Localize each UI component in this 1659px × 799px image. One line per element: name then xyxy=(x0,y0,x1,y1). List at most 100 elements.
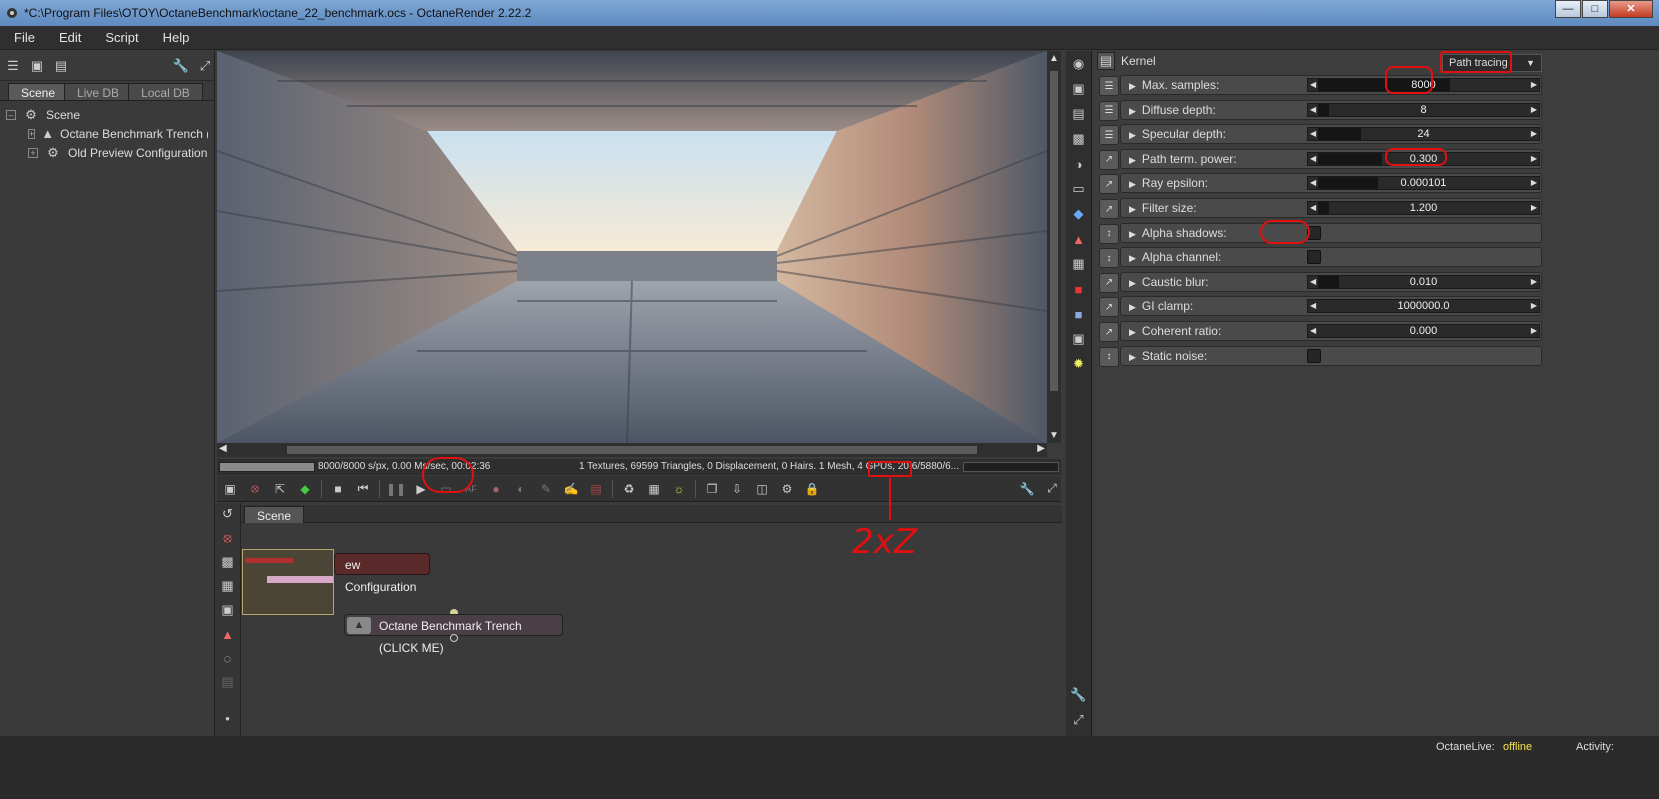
stop-render-icon[interactable]: ■ xyxy=(329,480,347,498)
list-icon[interactable]: ☰ xyxy=(4,57,22,75)
expand-triangle-icon[interactable]: ▶ xyxy=(1129,302,1136,312)
param-slider[interactable]: ◀ 0.000 ▶ xyxy=(1307,324,1540,338)
param-value[interactable]: 0.000101 xyxy=(1308,177,1539,189)
scroll-up-icon[interactable]: ▲ xyxy=(1049,53,1059,64)
tab-local-db[interactable]: Local DB xyxy=(128,83,203,100)
param-pin-icon[interactable]: ↕ xyxy=(1099,223,1119,244)
param-pin-icon[interactable]: ☰ xyxy=(1099,100,1119,121)
viewport-lock-icon[interactable]: ♻ xyxy=(620,480,638,498)
clay-mode-icon[interactable]: ▦ xyxy=(645,480,663,498)
camera-icon[interactable]: ◑ xyxy=(1069,154,1089,174)
copy-icon[interactable]: ❐ xyxy=(703,480,721,498)
rearrange-icon[interactable]: ↺ xyxy=(219,505,237,523)
material-pick-icon[interactable]: ◐ xyxy=(512,480,530,498)
param-row-filter-size[interactable]: ↗ ▶ Filter size: ◀ 1.200 ▶ xyxy=(1099,198,1542,219)
save-render-icon[interactable]: ⇩ xyxy=(728,480,746,498)
menu-help[interactable]: Help xyxy=(163,30,190,45)
close-button[interactable]: ✕ xyxy=(1609,0,1653,18)
scrollbar-thumb[interactable] xyxy=(1050,71,1058,391)
param-pin-icon[interactable]: ↗ xyxy=(1099,174,1119,195)
camera-reset-icon[interactable]: ⦻ xyxy=(246,480,264,498)
node-graph-minimap[interactable] xyxy=(242,549,334,615)
expand-triangle-icon[interactable]: ▶ xyxy=(1129,179,1136,189)
environment-icon[interactable]: ◆ xyxy=(1069,204,1089,224)
tree-item-scene[interactable]: – ⚙ Scene xyxy=(6,105,208,124)
menu-file[interactable]: File xyxy=(14,30,35,45)
fullscreen-icon[interactable]: ⤢ xyxy=(196,57,214,75)
layers-icon[interactable]: ▣ xyxy=(28,57,46,75)
param-row-static-noise[interactable]: ↕ ▶ Static noise: xyxy=(1099,345,1542,367)
tab-scene[interactable]: Scene xyxy=(8,83,69,100)
wrench-icon[interactable]: 🔧 xyxy=(1018,480,1036,498)
pause-render-icon[interactable]: ❚❚ xyxy=(386,480,406,498)
increment-arrow-icon[interactable]: ▶ xyxy=(1531,202,1537,214)
delete-icon[interactable]: ⦻ xyxy=(219,529,237,547)
param-pin-icon[interactable]: ↗ xyxy=(1099,297,1119,318)
scroll-down-icon[interactable]: ▼ xyxy=(1049,430,1059,441)
render-target-icon[interactable]: ◉ xyxy=(1069,54,1089,74)
cube-icon[interactable]: ◆ xyxy=(296,480,314,498)
ungroup-icon[interactable]: ▦ xyxy=(219,577,237,595)
expand-triangle-icon[interactable]: ▶ xyxy=(1129,253,1136,263)
texture-icon[interactable]: ▦ xyxy=(1069,254,1089,274)
param-slider[interactable]: ◀ 0.010 ▶ xyxy=(1307,274,1540,289)
expand-triangle-icon[interactable]: ▶ xyxy=(1129,352,1136,362)
param-pin-icon[interactable]: ↗ xyxy=(1099,272,1119,293)
increment-arrow-icon[interactable]: ▶ xyxy=(1531,79,1537,91)
focus-pick-icon[interactable]: ✍ xyxy=(562,480,580,498)
param-value[interactable]: 24 xyxy=(1308,128,1539,140)
color-picker-icon[interactable]: ● xyxy=(487,480,505,498)
param-row-caustic-blur[interactable]: ↗ ▶ Caustic blur: ◀ 0.010 ▶ xyxy=(1099,271,1542,293)
viewport-horizontal-scrollbar[interactable]: ◀ ▶ xyxy=(217,443,1047,457)
tree-item-preview-config[interactable]: + ⚙ Old Preview Configuration xyxy=(6,143,208,162)
kernel-icon[interactable]: ▤ xyxy=(1069,104,1089,124)
param-pin-icon[interactable]: ☰ xyxy=(1099,125,1119,146)
collapse-toggle-icon[interactable]: – xyxy=(6,109,16,120)
restart-render-icon[interactable]: ⏮ xyxy=(354,480,372,498)
increment-arrow-icon[interactable]: ▶ xyxy=(1531,128,1537,140)
expand-toggle-icon[interactable]: + xyxy=(28,147,38,158)
increment-arrow-icon[interactable]: ▶ xyxy=(1531,300,1537,312)
tab-scene-graph[interactable]: Scene xyxy=(244,506,305,523)
param-checkbox[interactable] xyxy=(1307,250,1321,265)
increment-arrow-icon[interactable]: ▶ xyxy=(1531,276,1537,288)
material-node-icon[interactable]: ▲ xyxy=(219,625,237,643)
node-output-pin[interactable] xyxy=(450,634,458,642)
disabled-tool-icon[interactable]: ▤ xyxy=(219,673,237,691)
param-row-path-term-power[interactable]: ↗ ▶ Path term. power: ◀ 0.300 ▶ xyxy=(1099,148,1542,170)
lock-icon[interactable]: 🔒 xyxy=(803,480,821,498)
param-pin-icon[interactable]: ☰ xyxy=(1099,76,1119,96)
expand-triangle-icon[interactable]: ▶ xyxy=(1129,278,1136,288)
param-row-max-samples[interactable]: ☰ ▶ Max. samples: ◀ 8000 ▶ xyxy=(1099,75,1542,96)
white-balance-icon[interactable]: ▤ xyxy=(587,480,605,498)
tree-item-benchmark[interactable]: + ▲ Octane Benchmark Trench (CLI xyxy=(6,124,208,143)
param-slider[interactable]: ◀ 24 ▶ xyxy=(1307,127,1540,142)
increment-arrow-icon[interactable]: ▶ xyxy=(1531,104,1537,116)
expand-triangle-icon[interactable]: ▶ xyxy=(1129,81,1136,91)
light-icon[interactable]: ✹ xyxy=(1069,354,1089,374)
fullscreen-icon[interactable]: ⤢ xyxy=(1069,710,1089,730)
param-value[interactable]: 0.000 xyxy=(1308,325,1539,337)
minimize-button[interactable]: — xyxy=(1555,0,1581,18)
maximize-button[interactable]: □ xyxy=(1582,0,1608,18)
increment-arrow-icon[interactable]: ▶ xyxy=(1531,177,1537,189)
export-icon[interactable]: ◫ xyxy=(753,480,771,498)
collapse-icon[interactable]: ▤ xyxy=(52,57,70,75)
param-value[interactable]: 1.200 xyxy=(1308,202,1539,214)
menu-script[interactable]: Script xyxy=(105,30,138,45)
param-slider[interactable]: ◀ 8 ▶ xyxy=(1307,102,1540,117)
param-slider[interactable]: ◀ 1.200 ▶ xyxy=(1307,201,1540,215)
wrench-icon[interactable]: 🔧 xyxy=(172,57,190,75)
fullscreen-icon[interactable]: ⤢ xyxy=(1043,480,1061,498)
texture-node-icon[interactable]: ◌ xyxy=(219,649,237,667)
dot-icon[interactable]: ● xyxy=(219,709,237,727)
param-pin-icon[interactable]: ↗ xyxy=(1099,149,1119,170)
expand-toggle-icon[interactable]: + xyxy=(28,128,36,139)
param-row-alpha-shadows[interactable]: ↕ ▶ Alpha shadows: xyxy=(1099,222,1542,244)
param-row-gi-clamp[interactable]: ↗ ▶ GI clamp: ◀ 1000000.0 ▶ xyxy=(1099,296,1542,318)
sub-sampling-icon[interactable]: ☼ xyxy=(670,480,688,498)
benchmark-trench-node[interactable]: ▲ Octane Benchmark Trench (CLICK ME) xyxy=(344,614,563,655)
recenter-view-icon[interactable]: ▣ xyxy=(221,480,239,498)
param-slider[interactable]: ◀ 1000000.0 ▶ xyxy=(1307,299,1540,314)
param-pin-icon[interactable]: ↗ xyxy=(1099,322,1119,342)
